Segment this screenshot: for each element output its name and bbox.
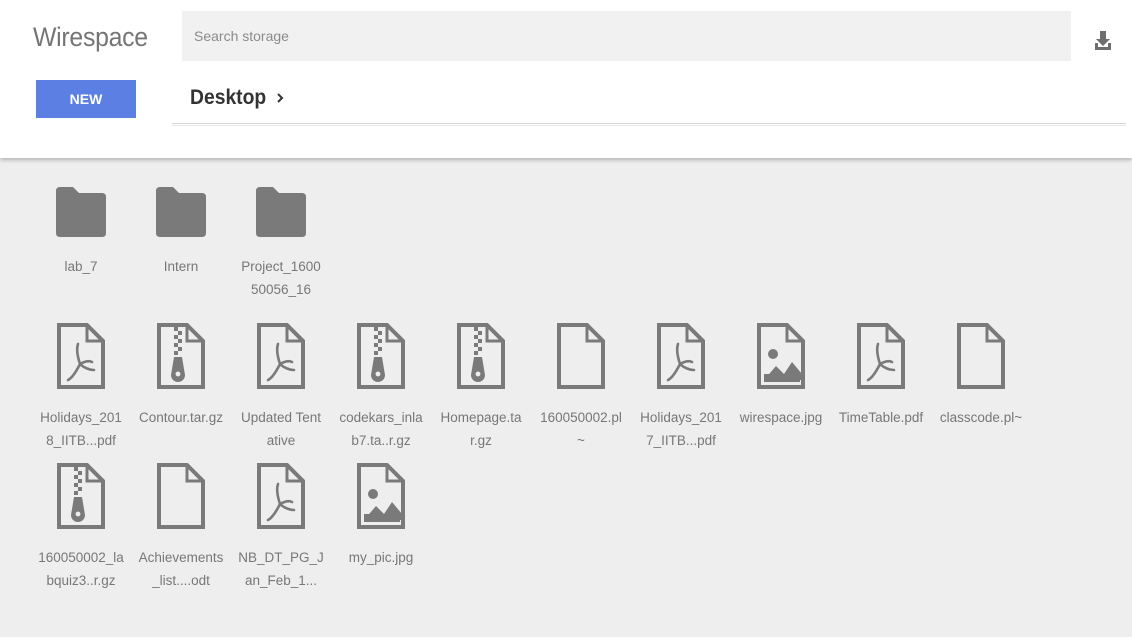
item-label: Intern — [163, 259, 199, 274]
file-item[interactable]: codekars_inlab7.ta..r.gz — [336, 322, 426, 452]
folder-icon — [254, 185, 308, 244]
item-label: Holidays_2017_IITB...pdf — [640, 410, 722, 448]
item-label: 160050002.pl~ — [540, 410, 622, 448]
image-file-icon — [356, 462, 406, 535]
pdf-file-icon — [256, 322, 306, 395]
file-item[interactable]: Achievements_list....odt — [136, 462, 226, 592]
item-label: NB_DT_PG_Jan_Feb_1... — [238, 550, 324, 588]
item-label: wirespace.jpg — [739, 410, 823, 425]
item-label: TimeTable.pdf — [838, 410, 924, 425]
download-icon[interactable] — [1092, 28, 1114, 54]
file-item[interactable]: 160050002_labquiz3..r.gz — [36, 462, 126, 592]
file-item[interactable]: TimeTable.pdf — [836, 322, 926, 429]
pdf-file-icon — [656, 322, 706, 395]
item-label: classcode.pl~ — [939, 410, 1023, 425]
item-label: my_pic.jpg — [348, 550, 414, 565]
item-label: Updated Tentative — [240, 410, 322, 448]
item-label: Contour.tar.gz — [138, 410, 224, 425]
new-button[interactable]: NEW — [36, 80, 136, 118]
folder-icon — [154, 185, 208, 244]
file-item[interactable]: wirespace.jpg — [736, 322, 826, 429]
file-item[interactable]: NB_DT_PG_Jan_Feb_1... — [236, 462, 326, 592]
pdf-file-icon — [56, 322, 106, 395]
item-label: Homepage.tar.gz — [440, 410, 522, 448]
app-header: Wirespace NEW Desktop — [0, 0, 1132, 158]
file-item[interactable]: Holidays_2017_IITB...pdf — [636, 322, 726, 452]
folder-item[interactable]: lab_7 — [36, 187, 126, 278]
app-logo[interactable]: Wirespace — [33, 22, 148, 53]
file-item[interactable]: Contour.tar.gz — [136, 322, 226, 429]
pdf-file-icon — [256, 462, 306, 535]
folder-icon — [54, 185, 108, 244]
file-icon — [156, 462, 206, 535]
file-item[interactable]: Holidays_2018_IITB...pdf — [36, 322, 126, 452]
archive-file-icon — [56, 462, 106, 535]
search-input[interactable] — [182, 11, 1071, 61]
archive-file-icon — [156, 322, 206, 395]
header-divider — [172, 123, 1126, 126]
archive-file-icon — [456, 322, 506, 395]
file-item[interactable]: Updated Tentative — [236, 322, 326, 452]
archive-file-icon — [356, 322, 406, 395]
breadcrumb: Desktop — [190, 86, 287, 110]
item-label: lab_7 — [64, 259, 98, 274]
file-item[interactable]: my_pic.jpg — [336, 462, 426, 569]
file-icon — [556, 322, 606, 395]
item-label: Holidays_2018_IITB...pdf — [40, 410, 122, 448]
image-file-icon — [756, 322, 806, 395]
file-icon — [956, 322, 1006, 395]
item-label: codekars_inlab7.ta..r.gz — [339, 410, 423, 448]
breadcrumb-current[interactable]: Desktop — [190, 86, 266, 110]
item-label: 160050002_labquiz3..r.gz — [38, 550, 124, 588]
file-item[interactable]: Homepage.tar.gz — [436, 322, 526, 452]
folder-item[interactable]: Intern — [136, 187, 226, 278]
item-label: Achievements_list....odt — [138, 550, 224, 588]
chevron-right-icon[interactable] — [273, 91, 287, 105]
file-item[interactable]: classcode.pl~ — [936, 322, 1026, 429]
folder-item[interactable]: Project_160050056_16 — [236, 187, 326, 301]
pdf-file-icon — [856, 322, 906, 395]
item-label: Project_160050056_16 — [241, 259, 321, 297]
file-item[interactable]: 160050002.pl~ — [536, 322, 626, 452]
